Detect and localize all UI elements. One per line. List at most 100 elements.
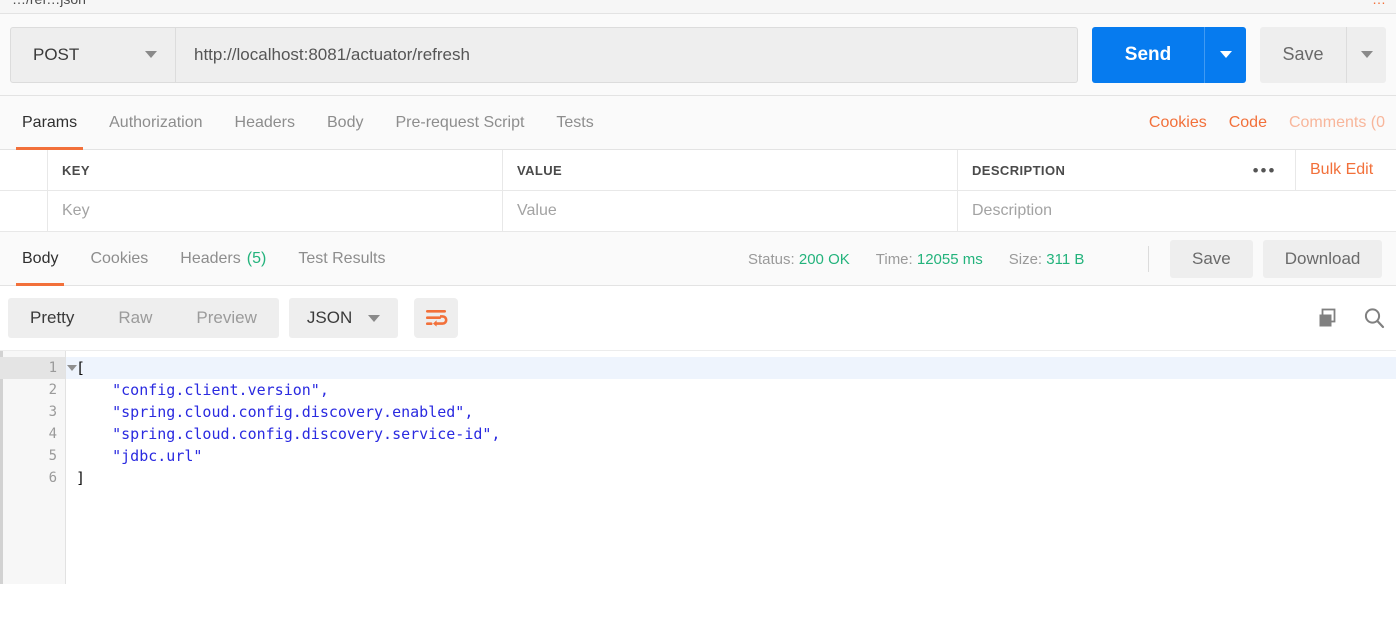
tab-pre-request-script[interactable]: Pre-request Script (379, 96, 540, 150)
code-line: ] (66, 467, 1396, 489)
tab-authorization[interactable]: Authorization (93, 96, 218, 150)
response-tab-test-results[interactable]: Test Results (282, 232, 401, 286)
request-url-input[interactable]: http://localhost:8081/actuator/refresh (176, 26, 1078, 83)
column-header-label: DESCRIPTION (972, 162, 1066, 178)
code-lines[interactable]: [ "config.client.version", "spring.cloud… (66, 351, 1396, 584)
response-tab-headers[interactable]: Headers (5) (164, 232, 282, 286)
param-value-input[interactable]: Value (503, 191, 958, 231)
code-line: "spring.cloud.config.discovery.service-i… (66, 423, 1396, 445)
row-spacer-2 (1296, 191, 1396, 231)
params-table-row: Key Value Description (0, 191, 1396, 232)
response-format-toolbar: Pretty Raw Preview JSON (0, 286, 1396, 350)
param-description-placeholder: Description (972, 202, 1053, 219)
code-line-text: "jdbc.url" (76, 447, 203, 465)
param-key-input[interactable]: Key (48, 191, 503, 231)
tab-strip[interactable]: …/ref…json … (0, 0, 1396, 14)
code-line: [ (66, 357, 1396, 379)
bulk-edit-button[interactable]: Bulk Edit (1296, 150, 1396, 190)
send-button[interactable]: Send (1092, 26, 1204, 83)
cookies-link[interactable]: Cookies (1138, 114, 1218, 132)
save-request-button[interactable]: Save (1260, 26, 1346, 83)
send-button-group: Send (1092, 26, 1246, 83)
line-number-label: 3 (48, 404, 57, 420)
response-bar: Body Cookies Headers (5) Test Results St… (0, 232, 1396, 286)
line-number: 2 (0, 379, 65, 401)
headers-count-badge: (5) (246, 249, 267, 267)
tab-label: Cookies (90, 249, 149, 267)
copy-icon (1319, 308, 1336, 327)
comments-link[interactable]: Comments (0 (1278, 114, 1396, 132)
http-method-selector[interactable]: POST (10, 26, 176, 83)
chevron-down-icon (1219, 51, 1232, 58)
tab-params[interactable]: Params (6, 96, 93, 150)
size-label: Size: (1008, 250, 1043, 268)
download-response-button[interactable]: Download (1262, 240, 1383, 278)
tab-label: Pre-request Script (395, 113, 525, 131)
content-type-selector[interactable]: JSON (288, 298, 399, 338)
format-raw-button[interactable]: Raw (96, 298, 174, 338)
chevron-down-icon (1360, 51, 1373, 58)
row-spacer (1234, 191, 1296, 231)
tab-body[interactable]: Body (311, 96, 379, 150)
response-status-summary: Status: 200 OK Time: 12055 ms Size: 311 … (748, 232, 1084, 286)
column-header-label: KEY (62, 162, 90, 178)
bulk-edit-label: Bulk Edit (1310, 161, 1374, 178)
http-method-label: POST (33, 44, 80, 64)
param-key-placeholder: Key (62, 202, 90, 219)
send-options-button[interactable] (1204, 26, 1246, 83)
tab-label: Headers (234, 113, 295, 131)
code-link[interactable]: Code (1218, 114, 1278, 132)
code-line-text: "spring.cloud.config.discovery.enabled", (76, 403, 474, 421)
response-tab-cookies[interactable]: Cookies (74, 232, 164, 286)
line-number: 5 (0, 445, 65, 467)
select-all-checkbox-cell[interactable] (0, 150, 48, 190)
tab-strip-label[interactable]: …/ref…json (12, 0, 86, 7)
line-number: 1 (0, 357, 77, 379)
chevron-down-icon (145, 51, 157, 58)
line-number-gutter: 1 2 3 4 5 6 (0, 351, 77, 584)
save-response-button[interactable]: Save (1170, 240, 1253, 278)
code-line: "spring.cloud.config.discovery.enabled", (66, 401, 1396, 423)
time-value: 12055 ms (916, 250, 983, 268)
code-line: "jdbc.url" (66, 445, 1396, 467)
param-value-placeholder: Value (517, 202, 557, 219)
format-preview-button[interactable]: Preview (174, 298, 278, 338)
status-label: Status: (748, 250, 795, 268)
tab-label: Authorization (109, 113, 203, 131)
tab-label: Params (22, 113, 78, 131)
params-more-options-button[interactable]: ••• (1234, 150, 1296, 190)
code-line-text: [ (76, 359, 86, 377)
fold-triangle-icon[interactable] (67, 365, 77, 371)
param-description-input[interactable]: Description (958, 191, 1234, 231)
code-line-text: ] (76, 469, 86, 487)
code-line-text: "config.client.version", (76, 381, 329, 399)
tab-strip-right-label[interactable]: … (1372, 0, 1386, 7)
save-options-button[interactable] (1346, 26, 1386, 83)
chevron-down-icon (368, 314, 381, 322)
word-wrap-icon (426, 310, 448, 327)
line-number-label: 5 (48, 448, 57, 464)
format-pretty-button[interactable]: Pretty (8, 298, 96, 338)
line-number: 4 (0, 423, 65, 445)
tab-label: Body (327, 113, 364, 131)
response-body-editor[interactable]: 1 2 3 4 5 6 [ "config.client.version", "… (0, 350, 1396, 584)
request-tabs: Params Authorization Headers Body Pre-re… (0, 96, 1396, 150)
response-tab-body[interactable]: Body (6, 232, 74, 286)
column-header-description: DESCRIPTION (958, 150, 1234, 190)
search-icon (1364, 308, 1385, 329)
tab-headers[interactable]: Headers (219, 96, 311, 150)
status-group: Status: 200 OK (748, 251, 850, 268)
line-number-label: 6 (48, 470, 57, 486)
word-wrap-toggle[interactable] (414, 298, 459, 338)
line-number-label: 2 (48, 382, 57, 398)
search-button[interactable] (1362, 306, 1386, 330)
tab-tests[interactable]: Tests (540, 96, 609, 150)
params-table-header-row: KEY VALUE DESCRIPTION ••• Bulk Edit (0, 150, 1396, 191)
row-checkbox-cell[interactable] (0, 191, 48, 231)
copy-button[interactable] (1316, 306, 1340, 330)
divider (1148, 246, 1149, 272)
size-group: Size: 311 B (1009, 251, 1085, 268)
request-url-bar: POST http://localhost:8081/actuator/refr… (0, 14, 1396, 96)
line-number: 6 (0, 467, 65, 489)
line-number-label: 4 (48, 426, 57, 442)
